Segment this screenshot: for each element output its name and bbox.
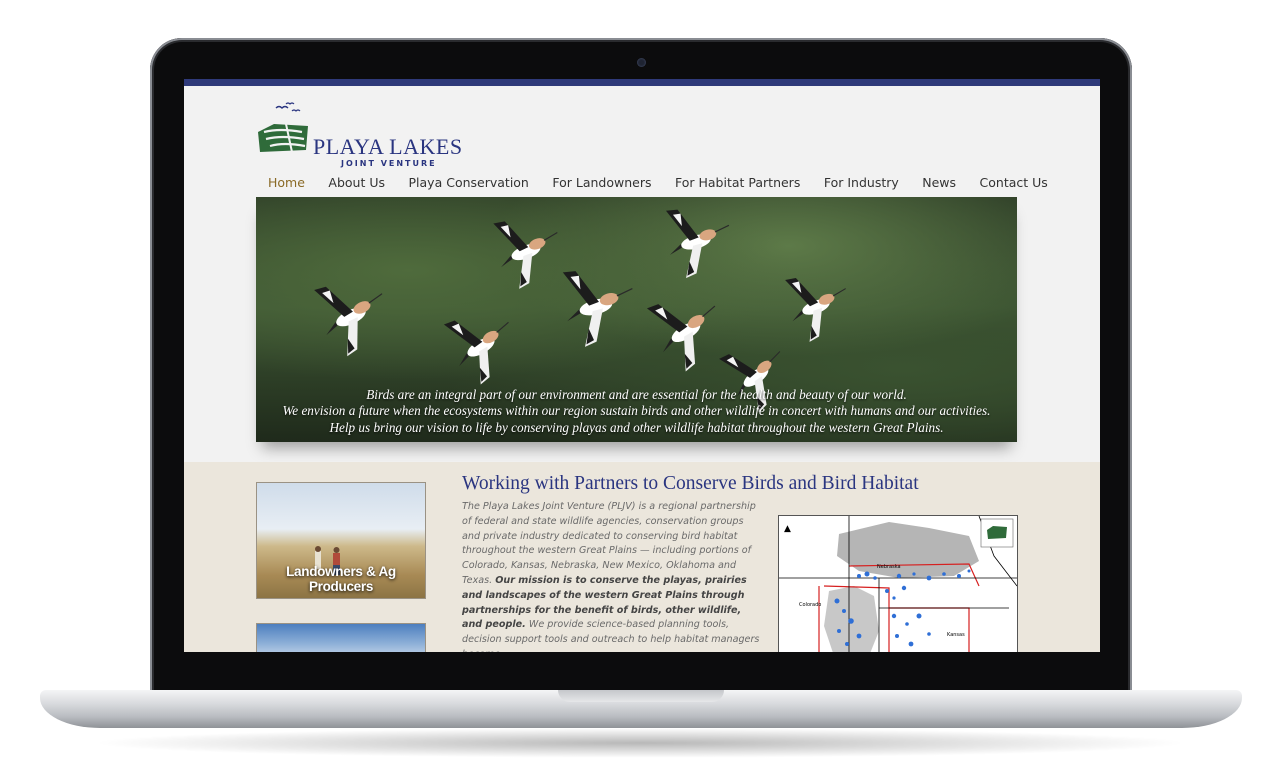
browser-screen: PLAYA LAKES JOINT VENTURE Home About Us … (184, 79, 1100, 652)
site-header: PLAYA LAKES JOINT VENTURE Home About Us … (184, 86, 1100, 469)
intro-text: The Playa Lakes Joint Venture (PLJV) is … (462, 501, 756, 586)
hero-caption-line-1: Birds are an integral part of our enviro… (366, 386, 907, 402)
region-map-image: ▲ Nebraska Colorado Kansas (779, 515, 1018, 652)
laptop-notch (558, 690, 724, 702)
region-map[interactable]: ▲ Nebraska Colorado Kansas (778, 515, 1018, 652)
landowners-card[interactable]: Landowners & Ag Producers (256, 482, 426, 599)
nav-news[interactable]: News (922, 175, 956, 190)
nav-home[interactable]: Home (268, 175, 305, 190)
map-label-nebraska: Nebraska (877, 564, 901, 570)
second-card[interactable] (256, 623, 426, 652)
camera-icon (637, 58, 646, 67)
logo-title: PLAYA LAKES (313, 134, 463, 159)
nav-for-landowners[interactable]: For Landowners (552, 175, 651, 190)
nav-for-industry[interactable]: For Industry (824, 175, 899, 190)
main-content: Landowners & Ag Producers Working with P… (184, 462, 1100, 652)
nav-playa-conservation[interactable]: Playa Conservation (409, 175, 529, 190)
nav-about-us[interactable]: About Us (328, 175, 385, 190)
main-headline: Working with Partners to Conserve Birds … (462, 473, 919, 494)
hero-banner: Birds are an integral part of our enviro… (256, 197, 1017, 442)
hero-caption-line-3: Help us bring our vision to life by cons… (329, 419, 944, 435)
svg-text:▲: ▲ (784, 524, 791, 534)
site-logo[interactable]: PLAYA LAKES JOINT VENTURE (256, 102, 466, 168)
top-accent-bar (184, 79, 1100, 86)
main-navigation: Home About Us Playa Conservation For Lan… (268, 175, 1071, 190)
logo-subtitle: JOINT VENTURE (341, 159, 437, 168)
hero-caption-line-2: We envision a future when the ecosystems… (282, 403, 991, 418)
mission-text: The Playa Lakes Joint Venture (PLJV) is … (462, 500, 762, 652)
landowners-card-label: Landowners & Ag Producers (286, 564, 396, 594)
nav-for-habitat-partners[interactable]: For Habitat Partners (675, 175, 800, 190)
hero-caption: Birds are an integral part of our enviro… (256, 387, 1017, 437)
map-label-kansas: Kansas (947, 632, 965, 638)
map-label-colorado: Colorado (799, 602, 821, 608)
laptop-shadow (90, 728, 1190, 758)
nav-contact-us[interactable]: Contact Us (980, 175, 1048, 190)
playa-lakes-logo-icon (258, 102, 308, 153)
